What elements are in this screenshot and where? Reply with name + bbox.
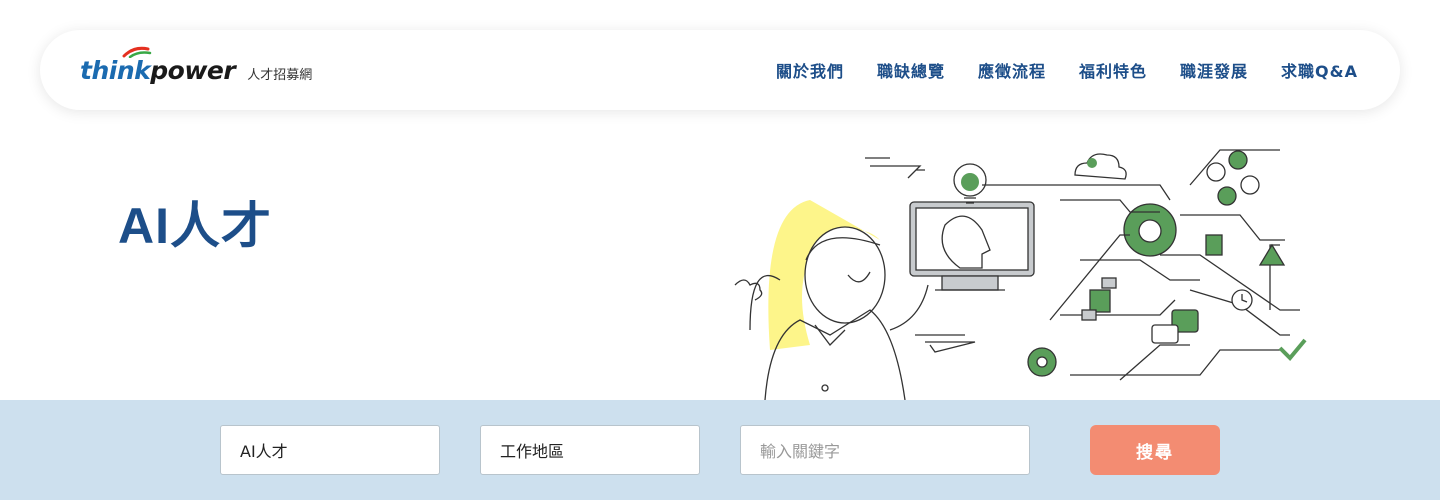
nav-jobs[interactable]: 職缺總覽 (877, 58, 945, 82)
logo-swoosh-icon (122, 46, 152, 58)
logo-think: think (80, 55, 151, 85)
category-select[interactable]: AI人才 (220, 425, 440, 475)
nav-career[interactable]: 職涯發展 (1180, 58, 1248, 82)
logo[interactable]: thinkpower 人才招募網 (80, 46, 313, 92)
nav-benefits[interactable]: 福利特色 (1079, 58, 1147, 82)
keyword-input[interactable]: 輸入關鍵字 (740, 425, 1030, 475)
nav-faq[interactable]: 求職Q&A (1281, 58, 1358, 82)
nav-about[interactable]: 關於我們 (776, 58, 844, 82)
top-navbar: thinkpower 人才招募網 關於我們 職缺總覽 應徵流程 福利特色 職涯發… (40, 30, 1400, 110)
page-title: AI人才 (118, 198, 272, 254)
nav-apply-process[interactable]: 應徵流程 (978, 58, 1046, 82)
location-select[interactable]: 工作地區 (480, 425, 700, 475)
search-bar: AI人才 工作地區 輸入關鍵字 搜尋 (0, 400, 1440, 500)
search-button[interactable]: 搜尋 (1090, 425, 1220, 475)
main-nav: 關於我們 職缺總覽 應徵流程 福利特色 職涯發展 求職Q&A (743, 30, 1358, 110)
logo-subtitle: 人才招募網 (247, 67, 313, 83)
logo-wordmark: thinkpower (80, 46, 236, 85)
logo-power: power (150, 55, 236, 85)
hero-illustration (734, 149, 1307, 400)
